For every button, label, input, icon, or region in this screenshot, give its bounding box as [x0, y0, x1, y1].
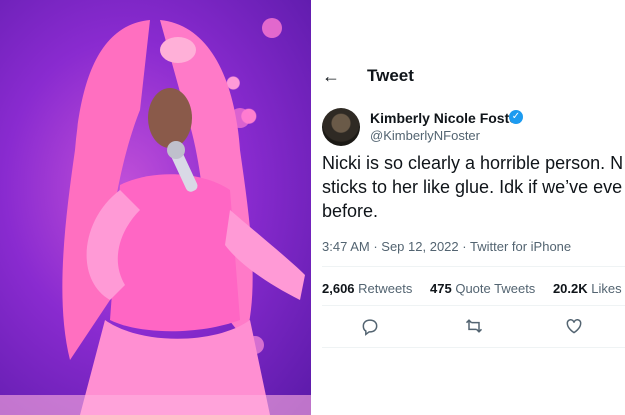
meta-separator: · — [462, 239, 470, 254]
tweet-time[interactable]: 3:47 AM — [322, 239, 370, 254]
tweet-header: ← Tweet — [314, 58, 625, 94]
performer-illustration — [0, 18, 311, 415]
likes-count: 20.2K — [552, 281, 588, 296]
divider-line — [322, 347, 625, 348]
divider-line — [322, 266, 625, 267]
verified-badge-icon: ✓ — [509, 110, 523, 124]
retweet-icon[interactable] — [464, 316, 490, 342]
like-icon[interactable] — [564, 316, 590, 342]
quotes-stat[interactable]: 475 Quote Tweets — [430, 281, 535, 296]
author-name[interactable]: Kimberly Nicole Foster — [370, 110, 523, 126]
quotes-count: 475 — [430, 281, 452, 296]
tweet-text-line: before. — [322, 201, 379, 221]
divider-line — [322, 305, 625, 306]
author-handle[interactable]: @KimberlyNFoster — [370, 128, 480, 143]
tweet-panel: ← Tweet Kimberly Nicole Foster ✓ @Kimber… — [314, 0, 625, 415]
retweets-label: Retweets — [358, 281, 413, 296]
tweet-date[interactable]: Sep 12, 2022 — [381, 239, 458, 254]
quotes-label: Quote Tweets — [455, 281, 536, 296]
tweet-text-line: Nicki is so clearly a horrible person. N — [322, 153, 624, 173]
back-arrow-icon[interactable]: ← — [322, 67, 342, 85]
retweets-stat[interactable]: 2,606 Retweets — [322, 281, 412, 296]
tweet-author[interactable]: Kimberly Nicole Foster ✓ @KimberlyNFoste… — [322, 106, 622, 150]
tweet-meta: 3:47 AM · Sep 12, 2022 · Twitter for iPh… — [322, 239, 571, 254]
tweet-stats: 2,606 Retweets 475 Quote Tweets 20.2K Li… — [322, 281, 625, 296]
avatar[interactable] — [322, 108, 360, 146]
tweet-text-line: sticks to her like glue. Idk if we’ve ev… — [322, 177, 623, 197]
reply-icon[interactable] — [360, 316, 386, 342]
retweets-count: 2,606 — [322, 281, 355, 296]
tweet-source[interactable]: Twitter for iPhone — [470, 239, 571, 254]
performer-photo — [0, 0, 311, 415]
likes-stat[interactable]: 20.2K Likes — [553, 281, 622, 296]
likes-label: Likes — [591, 281, 622, 296]
tweet-actions — [314, 316, 625, 342]
header-title: Tweet — [367, 66, 414, 85]
tweet-text: Nicki is so clearly a horrible person. N… — [322, 151, 625, 223]
